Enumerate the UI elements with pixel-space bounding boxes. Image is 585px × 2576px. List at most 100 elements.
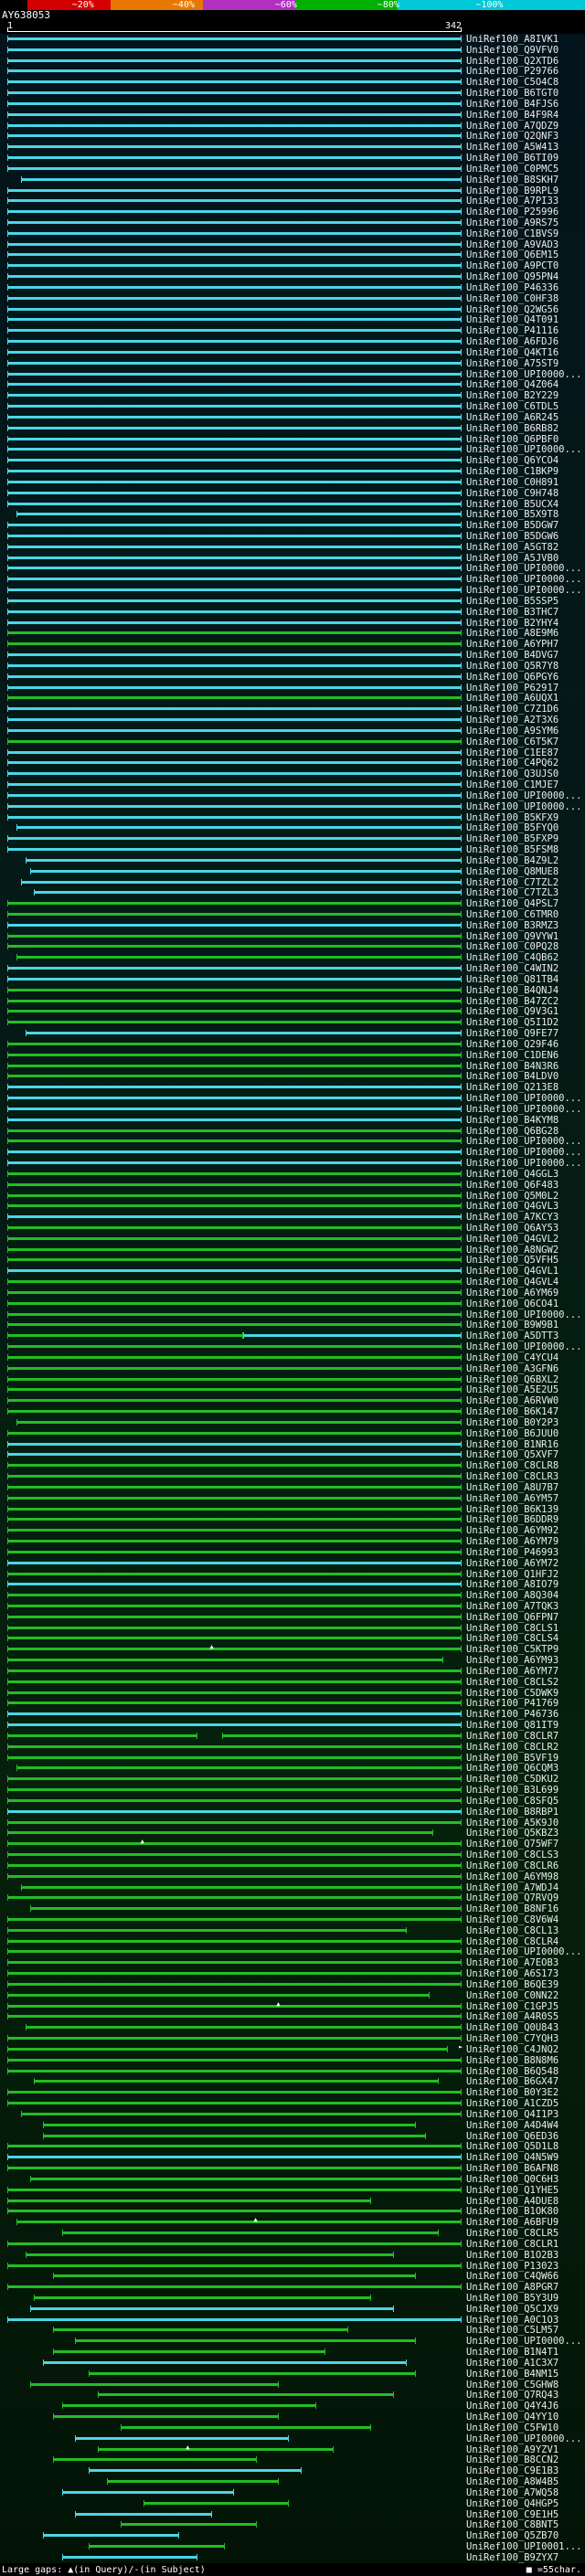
hit-label[interactable]: UniRef100_A6YM92 [466, 1526, 558, 1536]
alignment-bar[interactable] [7, 1226, 462, 1229]
hit-label[interactable]: UniRef100_C8CLR4 [466, 1936, 558, 1946]
alignment-bar[interactable] [7, 123, 462, 127]
hit-label[interactable]: UniRef100_P41769 [466, 1699, 558, 1709]
hit-label[interactable]: UniRef100_Q5CJX9 [466, 2305, 558, 2315]
hit-label[interactable]: UniRef100_B2Y229 [466, 391, 558, 401]
hit-label[interactable]: UniRef100_B9RPL9 [466, 186, 558, 196]
alignment-bar[interactable] [7, 1831, 434, 1835]
alignment-bar[interactable] [7, 685, 462, 689]
hit-label[interactable]: UniRef100_B6Q548 [466, 2066, 558, 2076]
hit-label[interactable]: UniRef100_A3GFN6 [466, 1364, 558, 1374]
hit-label[interactable]: UniRef100_A6YM57 [466, 1493, 558, 1503]
alignment-bar[interactable] [7, 2285, 462, 2289]
alignment-bar[interactable] [52, 2415, 280, 2419]
hit-label[interactable]: UniRef100_Q4I1P3 [466, 2110, 558, 2120]
alignment-bar[interactable] [7, 2317, 462, 2321]
hit-label[interactable]: UniRef100_C7TZL3 [466, 888, 558, 898]
hit-label[interactable]: UniRef100_C4QB62 [466, 953, 558, 963]
hit-label[interactable]: UniRef100_B0Y3E2 [466, 2088, 558, 2098]
alignment-bar[interactable] [7, 535, 462, 537]
alignment-bar[interactable] [7, 1366, 462, 1370]
hit-label[interactable]: UniRef100_Q8MUE8 [466, 866, 558, 876]
alignment-bar[interactable] [7, 2199, 371, 2202]
hit-label[interactable]: UniRef100_B4F9R4 [466, 110, 558, 120]
hit-label[interactable]: UniRef100_A6YM69 [466, 1288, 558, 1299]
hit-label[interactable]: UniRef100_A6RVW0 [466, 1396, 558, 1406]
hit-label[interactable]: UniRef100_A6YM93 [466, 1656, 558, 1666]
alignment-bar[interactable] [7, 1572, 462, 1575]
alignment-bar[interactable] [7, 1701, 462, 1705]
alignment-bar[interactable] [7, 1097, 462, 1100]
hit-label[interactable]: UniRef100_A5K9J0 [466, 1818, 558, 1828]
alignment-bar[interactable] [7, 1982, 462, 1986]
alignment-bar[interactable] [7, 166, 462, 170]
alignment-bar[interactable] [26, 2026, 462, 2030]
alignment-bar[interactable] [7, 2037, 462, 2041]
alignment-bar[interactable] [7, 599, 462, 602]
hit-label[interactable]: UniRef100_Q2XTD6 [466, 56, 558, 66]
alignment-bar[interactable] [7, 1561, 462, 1564]
hit-label[interactable]: UniRef100_B6QE39 [466, 1980, 558, 1990]
alignment-bar[interactable] [16, 513, 462, 516]
hit-label[interactable]: UniRef100_Q5I1D2 [466, 1018, 558, 1028]
alignment-bar[interactable] [7, 1637, 462, 1640]
alignment-bar[interactable] [16, 1766, 462, 1770]
alignment-bar[interactable] [7, 739, 462, 743]
hit-label[interactable]: UniRef100_B4N3R6 [466, 1061, 558, 1071]
hit-label[interactable]: UniRef100_C0NN22 [466, 1991, 558, 2001]
hit-label[interactable]: UniRef100_UPI0000... [466, 1105, 581, 1115]
hit-label[interactable]: UniRef100_B5SSP5 [466, 597, 558, 607]
alignment-bar[interactable] [7, 1399, 462, 1403]
alignment-bar[interactable] [43, 2534, 179, 2538]
alignment-bar[interactable] [7, 804, 462, 808]
alignment-bar[interactable] [7, 848, 462, 852]
alignment-bar[interactable] [7, 1075, 462, 1078]
hit-label[interactable]: UniRef100_B9ZYX7 [466, 2553, 558, 2563]
alignment-bar[interactable] [7, 1171, 462, 1175]
hit-label[interactable]: UniRef100_C8BNT5 [466, 2520, 558, 2530]
hit-label[interactable]: UniRef100_Q0U843 [466, 2023, 558, 2033]
alignment-bar[interactable] [7, 815, 462, 819]
alignment-bar[interactable] [7, 199, 462, 203]
hit-label[interactable]: UniRef100_C4PQ62 [466, 758, 558, 769]
alignment-bar[interactable] [26, 858, 462, 862]
hit-label[interactable]: UniRef100_B4Z9L2 [466, 856, 558, 866]
alignment-bar[interactable] [88, 2371, 417, 2375]
alignment-bar[interactable] [20, 1885, 462, 1889]
hit-label[interactable]: UniRef100_UPI0000... [466, 1137, 581, 1147]
hit-label[interactable]: UniRef100_A2T3X6 [466, 716, 558, 726]
hit-label[interactable]: UniRef100_C0HF38 [466, 294, 558, 304]
hit-label[interactable]: UniRef100_B4QNJ4 [466, 986, 558, 996]
alignment-bar[interactable] [16, 2221, 462, 2224]
alignment-bar[interactable] [7, 1010, 462, 1013]
alignment-bar[interactable] [7, 1161, 462, 1165]
hit-label[interactable]: UniRef100_A9PCT0 [466, 261, 558, 271]
hit-label[interactable]: UniRef100_A6S173 [466, 1969, 558, 1979]
hit-label[interactable]: UniRef100_Q4GVL4 [466, 1277, 558, 1288]
alignment-bar[interactable] [7, 80, 462, 84]
alignment-bar[interactable] [29, 2177, 462, 2180]
alignment-bar[interactable] [98, 2447, 335, 2451]
hit-label[interactable]: UniRef100_A9YZV1 [466, 2444, 558, 2454]
hit-label[interactable]: UniRef100_B6TGT0 [466, 89, 558, 99]
hit-label[interactable]: UniRef100_C0PQ28 [466, 942, 558, 952]
hit-label[interactable]: UniRef100_B8RBP1 [466, 1807, 558, 1817]
alignment-bar[interactable] [7, 1972, 462, 1976]
alignment-bar[interactable] [7, 718, 462, 722]
alignment-bar[interactable] [7, 437, 462, 440]
hit-label[interactable]: UniRef100_Q4GGL3 [466, 1170, 558, 1180]
hit-label[interactable]: UniRef100_UPI0000... [466, 564, 581, 574]
alignment-bar[interactable] [88, 2545, 225, 2549]
hit-label[interactable]: UniRef100_C1BKP9 [466, 467, 558, 477]
alignment-bar[interactable] [7, 1204, 462, 1208]
hit-label[interactable]: UniRef100_A7KCY3 [466, 1213, 558, 1223]
alignment-bar[interactable] [7, 101, 462, 105]
hit-label[interactable]: UniRef100_UPI0000... [466, 1342, 581, 1352]
hit-label[interactable]: UniRef100_Q95PN4 [466, 272, 558, 282]
hit-label[interactable]: UniRef100_A6YM77 [466, 1667, 558, 1677]
alignment-bar[interactable] [7, 1842, 462, 1846]
alignment-bar[interactable] [7, 1247, 462, 1251]
alignment-bar[interactable] [7, 1863, 462, 1867]
hit-label[interactable]: UniRef100_Q5ZB70 [466, 2531, 558, 2541]
alignment-bar[interactable] [7, 2156, 462, 2159]
